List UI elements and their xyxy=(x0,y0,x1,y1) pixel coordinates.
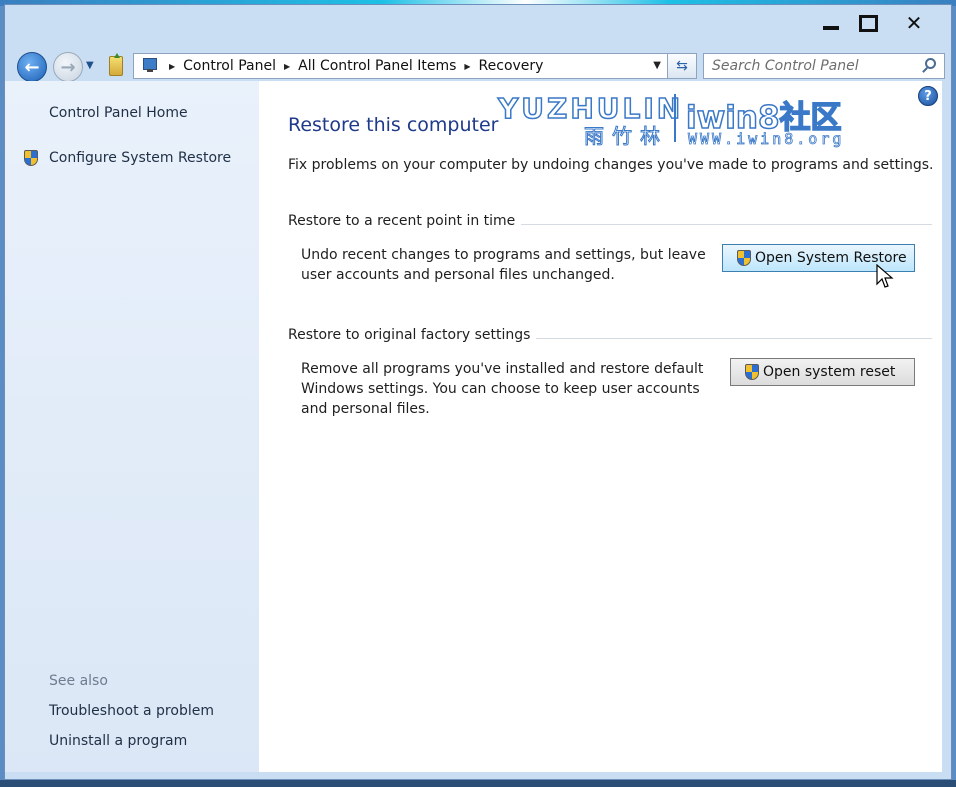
up-level-button[interactable] xyxy=(109,53,123,76)
back-button[interactable]: ← xyxy=(17,52,47,82)
arrow-left-icon: ← xyxy=(24,56,40,78)
troubleshoot-link[interactable]: Troubleshoot a problem xyxy=(49,703,214,719)
watermark: YUZHULIN 雨竹林 iwin8社区 WWW.iwin8.org xyxy=(497,91,868,152)
control-panel-icon xyxy=(139,57,161,75)
breadcrumb-separator-icon[interactable]: ▶ xyxy=(464,62,470,71)
chevron-down-icon: ▼ xyxy=(86,60,94,71)
breadcrumb-separator-icon[interactable]: ▶ xyxy=(169,62,175,71)
close-icon: ✕ xyxy=(905,11,923,35)
section-description-factory-reset: Remove all programs you've installed and… xyxy=(301,361,704,417)
page-title: Restore this computer xyxy=(288,114,499,136)
section-heading-restore-point: Restore to a recent point in time xyxy=(288,213,522,229)
breadcrumb-all-items[interactable]: All Control Panel Items xyxy=(298,58,456,74)
refresh-icon: ⇆ xyxy=(676,58,688,74)
breadcrumb-control-panel[interactable]: Control Panel xyxy=(183,58,276,74)
search-box[interactable] xyxy=(703,53,945,79)
uac-shield-icon xyxy=(737,250,751,266)
forward-button[interactable]: → xyxy=(53,52,83,82)
close-button[interactable]: ✕ xyxy=(895,9,933,37)
control-panel-home-link[interactable]: Control Panel Home xyxy=(49,105,188,121)
see-also-heading: See also xyxy=(49,673,108,689)
minimize-icon xyxy=(823,26,839,30)
help-icon[interactable]: ? xyxy=(918,86,938,106)
watermark-divider xyxy=(674,94,676,142)
address-bar[interactable]: ▶ Control Panel ▶ All Control Panel Item… xyxy=(133,53,668,79)
search-input[interactable] xyxy=(712,57,912,75)
open-system-reset-button[interactable]: Open system reset xyxy=(730,358,915,386)
maximize-button[interactable] xyxy=(849,9,887,37)
main-content xyxy=(259,81,942,772)
section-description-restore-point: Undo recent changes to programs and sett… xyxy=(301,247,706,283)
sidebar: Control Panel Home Configure System Rest… xyxy=(5,81,259,772)
breadcrumb-recovery[interactable]: Recovery xyxy=(479,58,544,74)
taskbar xyxy=(0,780,956,787)
arrow-right-icon: → xyxy=(60,56,76,78)
watermark-url: WWW.iwin8.org xyxy=(688,130,845,149)
page-intro: Fix problems on your computer by undoing… xyxy=(288,157,934,173)
uac-shield-icon xyxy=(24,150,38,166)
maximize-icon xyxy=(858,14,878,32)
minimize-button[interactable] xyxy=(812,9,850,37)
search-icon[interactable] xyxy=(925,58,936,69)
configure-system-restore-link[interactable]: Configure System Restore xyxy=(49,150,231,166)
address-history-dropdown-icon[interactable]: ▼ xyxy=(653,60,661,71)
recent-pages-dropdown[interactable]: ▼ xyxy=(86,60,94,71)
breadcrumb-separator-icon[interactable]: ▶ xyxy=(284,62,290,71)
refresh-button[interactable]: ⇆ xyxy=(667,53,697,79)
uninstall-program-link[interactable]: Uninstall a program xyxy=(49,733,187,749)
title-bar: ✕ xyxy=(5,5,951,43)
section-heading-factory-reset: Restore to original factory settings xyxy=(288,327,537,343)
watermark-chinese: 雨竹林 xyxy=(584,124,668,149)
uac-shield-icon xyxy=(745,364,759,380)
open-system-reset-label: Open system reset xyxy=(763,364,896,380)
